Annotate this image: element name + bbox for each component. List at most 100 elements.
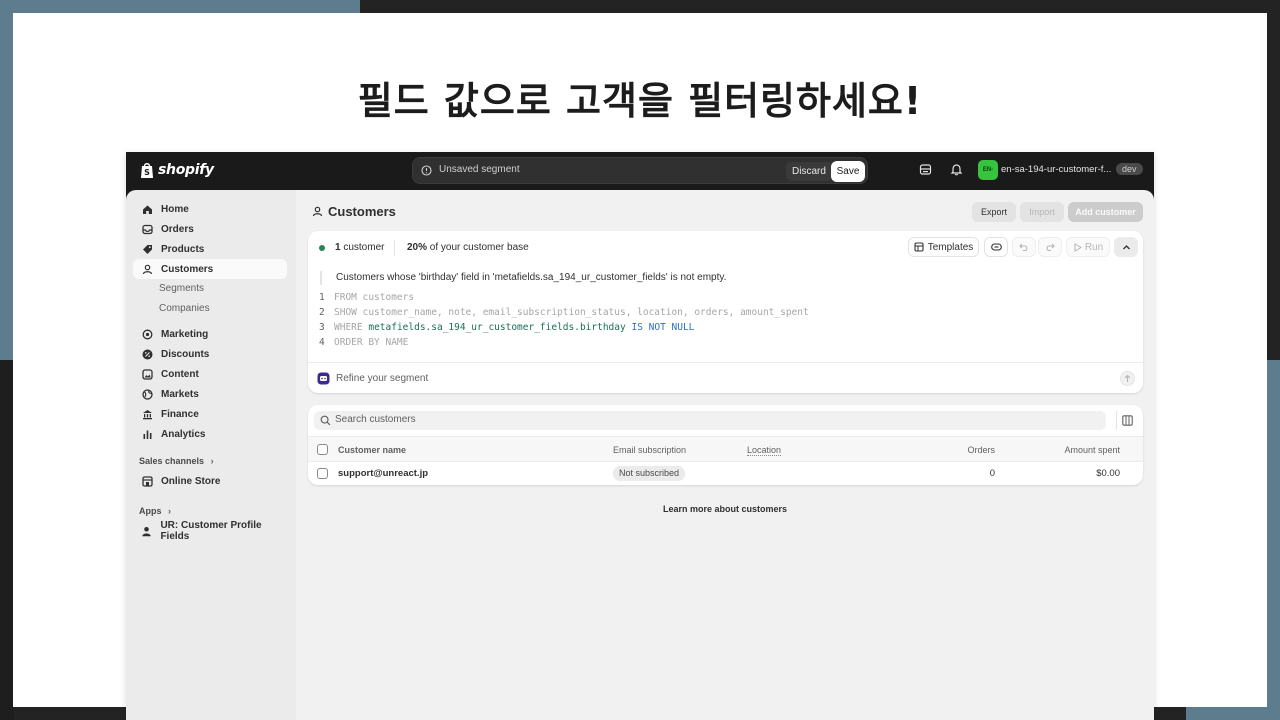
columns-button[interactable]	[1116, 411, 1136, 430]
sidebar-item-marketing[interactable]: Marketing	[133, 324, 287, 344]
column-header-location[interactable]: Location	[747, 445, 782, 456]
sidebar-item-content[interactable]: Content	[133, 364, 287, 384]
undo-button[interactable]	[1012, 237, 1036, 257]
search-input[interactable]: Search customers	[314, 411, 1106, 430]
customer-name[interactable]: support@unreact.jp	[338, 468, 428, 479]
store-switcher-icon[interactable]	[919, 163, 932, 176]
code-line: 2 SHOW customer_name, note, email_subscri…	[319, 307, 809, 318]
row-checkbox[interactable]	[317, 468, 328, 479]
sidebar-item-products[interactable]: Products	[133, 239, 287, 259]
sidebar-item-label: Customers	[161, 263, 214, 275]
page-title-text: Customers	[328, 204, 396, 219]
background-panel	[0, 360, 14, 720]
sidebar-item-label: Content	[161, 368, 199, 380]
sidebar-item-app[interactable]: UR: Customer Profile Fields	[133, 520, 287, 542]
subscription-badge: Not subscribed	[613, 466, 686, 481]
select-all-checkbox[interactable]	[317, 444, 328, 455]
sidebar-item-analytics[interactable]: Analytics	[133, 424, 287, 444]
bank-icon	[141, 408, 153, 420]
export-button[interactable]: Export	[972, 202, 1016, 222]
person-icon	[141, 525, 152, 537]
store-avatar[interactable]: EN-	[978, 160, 998, 180]
chart-icon	[141, 428, 153, 440]
code-text: ORDER BY NAME	[334, 337, 409, 348]
segment-query-editor[interactable]: 1 FROM customers 2 SHOW customer_name, not…	[319, 290, 809, 350]
headline: 필드 값으로 고객을 필터링하세요!	[357, 79, 923, 123]
globe-icon	[141, 388, 153, 400]
alert-circle-icon	[421, 165, 432, 176]
sidebar-item-home[interactable]: Home	[133, 199, 287, 219]
code-line: 3 WHERE metafields.sa_194_ur_customer_fie…	[319, 322, 695, 333]
tag-icon	[141, 243, 153, 255]
table-header: Customer name Email subscription Locatio…	[308, 436, 1143, 462]
sidebar-item-label: Finance	[161, 408, 199, 420]
sidebar-item-orders[interactable]: Orders	[133, 219, 287, 239]
apps-heading[interactable]: Apps ›	[139, 506, 171, 516]
segment-editor-card: 1 customer 20% of your customer base Tem…	[308, 231, 1143, 393]
submit-arrow-icon[interactable]	[1120, 371, 1135, 386]
collapse-button[interactable]	[1114, 237, 1138, 257]
link-button[interactable]	[984, 237, 1008, 257]
divider	[394, 240, 395, 256]
main-content: Customers Export Import Add customer 1 c…	[296, 190, 1154, 720]
sidebar: Home Orders Products Customers Segments …	[126, 190, 296, 720]
code-keyword: WHERE	[334, 322, 363, 333]
store-name[interactable]: en-sa-194-ur-customer-f...	[1001, 164, 1111, 175]
segment-description: Customers whose 'birthday' field in 'met…	[320, 271, 726, 285]
sidebar-subitem-segments[interactable]: Segments	[159, 283, 204, 294]
code-line: 1 FROM customers	[319, 292, 415, 303]
svg-text:S: S	[144, 168, 150, 177]
sales-channels-label: Sales channels	[139, 456, 205, 466]
chevron-up-icon	[1122, 244, 1130, 249]
customer-orders: 0	[989, 468, 995, 479]
redo-icon	[1046, 243, 1055, 252]
column-header-amount[interactable]: Amount spent	[1040, 445, 1120, 455]
sidebar-item-customers[interactable]: Customers	[133, 259, 287, 279]
refine-segment-input[interactable]: Refine your segment	[308, 362, 1143, 393]
top-bar: S shopify Unsaved segment Discard Save E…	[126, 152, 1154, 190]
count-label: customer	[340, 242, 385, 253]
sidebar-item-label: Home	[161, 203, 189, 215]
sidebar-item-label: Orders	[161, 223, 194, 235]
column-header-name[interactable]: Customer name	[338, 445, 406, 455]
sidebar-subitem-companies[interactable]: Companies	[159, 303, 210, 314]
table-row[interactable]: support@unreact.jp Not subscribed 0 $0.0…	[308, 462, 1143, 485]
code-condition: IS NOT NULL	[631, 322, 695, 333]
storefront-icon	[141, 475, 153, 487]
customer-count: 1 customer	[335, 242, 384, 253]
bell-icon[interactable]	[950, 163, 963, 176]
play-icon	[1074, 242, 1082, 252]
templates-label: Templates	[927, 241, 974, 253]
search-placeholder: Search customers	[335, 414, 416, 425]
sidebar-item-finance[interactable]: Finance	[133, 404, 287, 424]
sidebar-item-online-store[interactable]: Online Store	[133, 471, 287, 491]
customer-base-percentage: 20% of your customer base	[407, 242, 529, 253]
sidebar-item-label: Markets	[161, 388, 199, 400]
run-button[interactable]: Run	[1066, 237, 1110, 257]
column-header-email[interactable]: Email subscription	[613, 445, 686, 455]
import-button[interactable]: Import	[1020, 202, 1064, 222]
percentage-label: of your customer base	[427, 242, 529, 253]
sidebar-item-markets[interactable]: Markets	[133, 384, 287, 404]
discount-icon	[141, 348, 153, 360]
undo-icon	[1019, 243, 1028, 252]
columns-icon	[1122, 415, 1133, 426]
save-button[interactable]: Save	[831, 161, 865, 182]
learn-more-link[interactable]: Learn more about customers	[296, 504, 1154, 514]
column-header-orders[interactable]: Orders	[948, 445, 995, 455]
status-dot	[319, 245, 325, 251]
chevron-right-icon: ›	[168, 506, 172, 516]
templates-button[interactable]: Templates	[908, 237, 979, 257]
segment-status-label: Unsaved segment	[439, 164, 520, 175]
discard-button[interactable]: Discard	[786, 162, 832, 181]
shopify-logo[interactable]: S shopify	[139, 161, 214, 179]
customers-table-card: Search customers Customer name Email sub…	[308, 405, 1143, 485]
sales-channels-heading[interactable]: Sales channels ›	[139, 456, 214, 466]
sidekick-icon	[317, 372, 330, 385]
redo-button[interactable]	[1038, 237, 1062, 257]
chevron-right-icon: ›	[210, 456, 214, 466]
sidebar-item-discounts[interactable]: Discounts	[133, 344, 287, 364]
add-customer-button[interactable]: Add customer	[1068, 202, 1143, 222]
code-field: metafields.sa_194_ur_customer_fields.bir…	[368, 322, 626, 333]
run-label: Run	[1084, 241, 1104, 253]
